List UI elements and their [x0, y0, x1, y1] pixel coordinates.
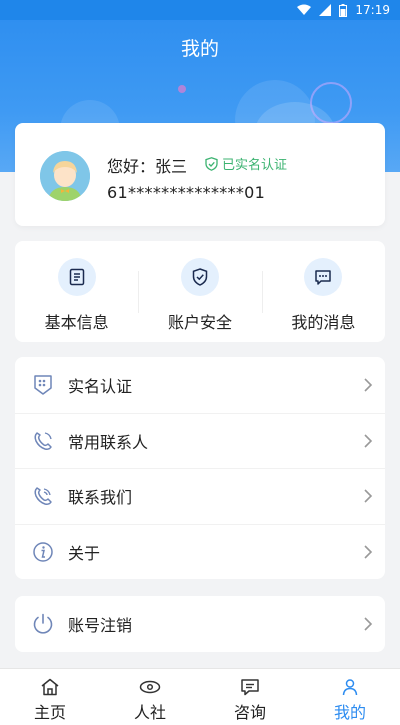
nav-label: 咨询: [233, 703, 266, 722]
settings-menu: 实名认证 常用联系人 联系我们 关于: [15, 357, 385, 579]
decor-circle: [178, 85, 186, 93]
shield-check-icon: [205, 156, 218, 171]
account-cancel-card: 账号注销: [15, 596, 385, 652]
status-time: 17:19: [355, 3, 390, 17]
contacts-icon: [31, 429, 55, 453]
info-icon: [31, 540, 55, 564]
person-icon: [342, 679, 358, 696]
quick-action-basic-info[interactable]: 基本信息: [15, 241, 138, 342]
power-icon: [31, 612, 55, 636]
chat-icon: [241, 679, 259, 696]
menu-item-frequent-contacts[interactable]: 常用联系人: [15, 412, 385, 469]
message-icon: [304, 258, 343, 296]
avatar-icon: [40, 151, 90, 201]
document-icon: [57, 258, 96, 296]
menu-item-label: 联系我们: [68, 488, 133, 508]
profile-card[interactable]: 您好：张三 已实名认证 61**************01: [15, 123, 385, 226]
chevron-right-icon: [364, 434, 373, 448]
decor-circle: [310, 82, 352, 124]
eye-icon: [139, 680, 161, 694]
id-verify-icon: [31, 373, 55, 397]
signal-icon: [319, 4, 332, 16]
menu-item-account-cancel[interactable]: 账号注销: [15, 596, 385, 652]
quick-action-account-security[interactable]: 账户安全: [138, 241, 261, 342]
bottom-nav: 主页 人社 咨询 我的: [0, 668, 400, 725]
menu-item-label: 账号注销: [68, 616, 133, 635]
page-title: 我的: [180, 38, 219, 60]
verified-label: 已实名认证: [222, 158, 288, 173]
greeting-text: 您好：张三: [107, 157, 188, 176]
quick-actions: 基本信息 账户安全 我的消息: [15, 241, 385, 342]
home-icon: [41, 678, 59, 696]
menu-item-about[interactable]: 关于: [15, 523, 385, 580]
chevron-right-icon: [364, 489, 373, 503]
shield-icon: [180, 258, 219, 296]
chevron-right-icon: [364, 545, 373, 559]
quick-action-my-messages[interactable]: 我的消息: [261, 241, 385, 342]
menu-item-contact-us[interactable]: 联系我们: [15, 468, 385, 524]
nav-item-consult[interactable]: 咨询: [200, 669, 300, 725]
nav-item-mine[interactable]: 我的: [300, 669, 400, 725]
quick-action-label: 基本信息: [44, 313, 109, 332]
verified-badge: 已实名认证: [205, 154, 287, 173]
battery-icon: [339, 3, 348, 17]
quick-action-label: 账户安全: [167, 313, 232, 332]
quick-action-label: 我的消息: [291, 313, 356, 332]
menu-item-label: 实名认证: [68, 376, 133, 396]
status-bar: 17:19: [0, 0, 400, 20]
wifi-icon: [297, 4, 312, 15]
avatar[interactable]: [40, 151, 90, 201]
nav-label: 主页: [33, 703, 66, 722]
chevron-right-icon: [364, 378, 373, 392]
nav-label: 我的: [333, 703, 366, 722]
nav-label: 人社: [133, 703, 166, 722]
menu-item-label: 关于: [68, 543, 101, 563]
nav-item-social-security[interactable]: 人社: [100, 669, 200, 725]
menu-item-label: 常用联系人: [68, 432, 149, 452]
chevron-right-icon: [364, 617, 373, 631]
account-number: 61**************01: [107, 183, 266, 202]
menu-item-real-name-auth[interactable]: 实名认证: [15, 357, 385, 413]
nav-item-home[interactable]: 主页: [0, 669, 100, 725]
phone-icon: [31, 484, 55, 508]
